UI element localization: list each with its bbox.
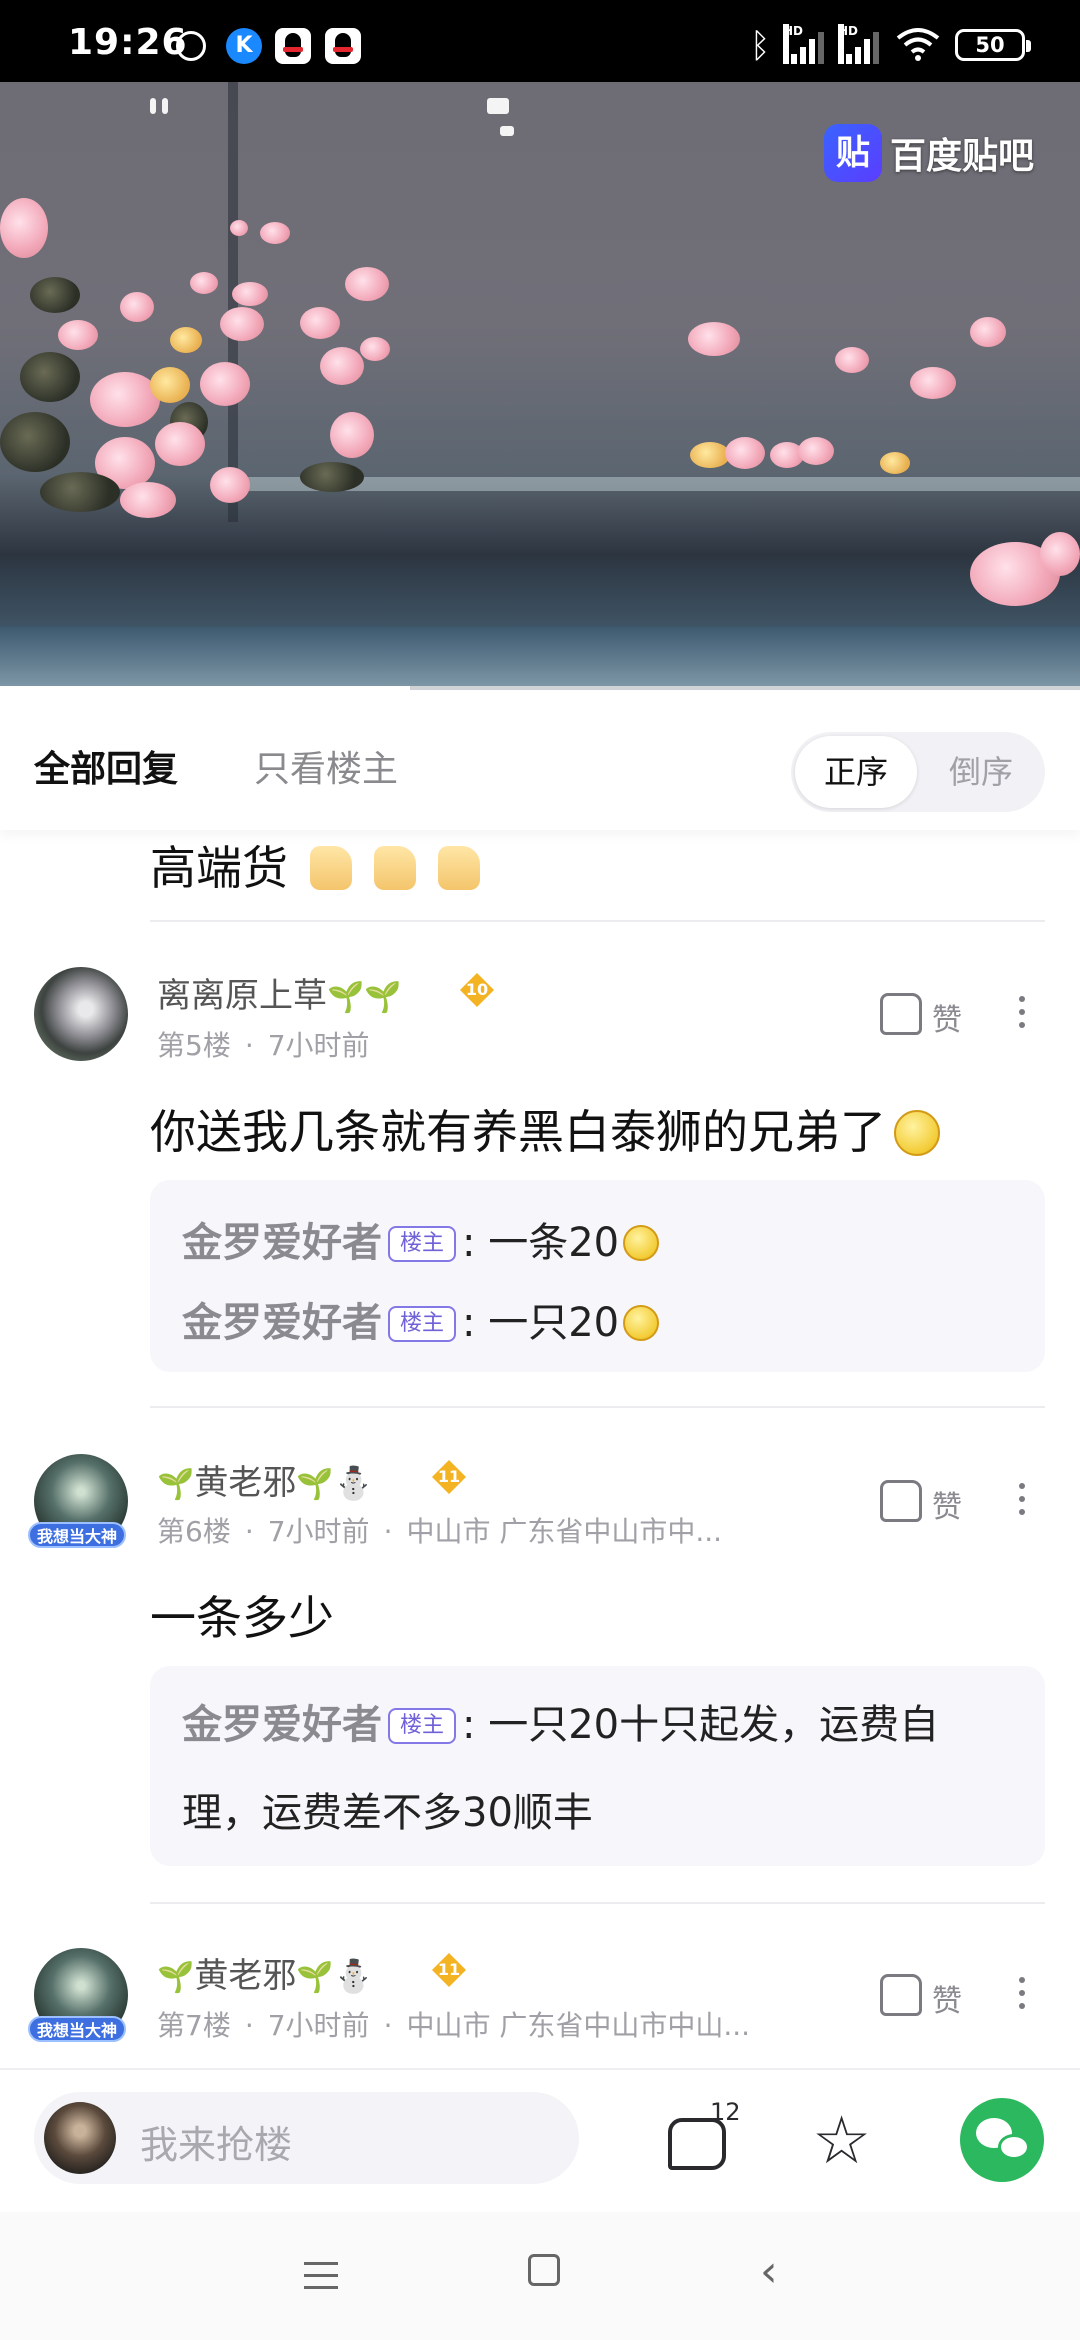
signal-icon: HD (838, 24, 880, 64)
username[interactable]: 🌱黄老邪🌱⛄ (157, 1948, 374, 1997)
avatar-badge: 我想当大神 (28, 1522, 126, 1548)
tieba-watermark: 贴 百度贴吧 (823, 124, 1034, 182)
watermark-text: 百度贴吧 (889, 136, 1034, 177)
avatar[interactable] (34, 967, 128, 1061)
bluetooth-icon: ᛒ (750, 26, 771, 66)
tank-base (0, 627, 1080, 688)
reply-filter-bar: 全部回复 只看楼主 正序 倒序 (0, 690, 1080, 830)
thumbs-up-icon[interactable] (880, 1974, 922, 2016)
comment-count: 12 (710, 2098, 741, 2126)
reply-content: 你送我几条就有养黑白泰狮的兄弟了 (150, 1096, 940, 1162)
sort-descending-button[interactable]: 倒序 (921, 736, 1041, 808)
battery-level: 50 (975, 33, 1005, 57)
video-player[interactable]: 贴 百度贴吧 (0, 82, 1080, 688)
sub-reply: 金罗爱好者 楼主: 一只20十只起发，运费自 (182, 1702, 940, 1748)
like-button[interactable]: 赞 (932, 1482, 962, 1526)
reply-input-bar: 我来抢楼 12 ☆ (0, 2068, 1080, 2212)
reply-meta: 第6楼 · 7小时前 · 中山市 广东省中山市中... (157, 1515, 723, 1548)
wifi-icon (896, 28, 940, 61)
thumbs-up-emoji-icon (374, 846, 416, 890)
level-badge: 10 (460, 973, 494, 1007)
level-badge: 11 (432, 1953, 466, 1987)
system-nav-bar: ‹ (0, 2212, 1080, 2340)
smile-emoji-icon (623, 1305, 660, 1341)
like-button[interactable]: 赞 (932, 995, 962, 1039)
snowman-icon: ⛄ (333, 1957, 374, 1995)
reply-placeholder: 我来抢楼 (140, 2123, 293, 2167)
tab-op-only[interactable]: 只看楼主 (254, 740, 398, 792)
smile-emoji-icon (894, 1110, 940, 1156)
my-avatar (44, 2102, 116, 2174)
sprout-icon: 🌱 (296, 1467, 334, 1502)
sub-reply-continued: 理，运费差不多30顺丰 (182, 1790, 593, 1836)
divider (150, 1902, 1045, 1904)
battery-icon: 50 (955, 29, 1031, 61)
sprout-icon: 🌱 (364, 980, 402, 1015)
like-button[interactable]: 赞 (932, 1976, 962, 2020)
sort-toggle[interactable]: 正序 倒序 (791, 732, 1045, 812)
snowman-icon: ⛄ (333, 1464, 374, 1502)
thumbs-up-emoji-icon (310, 846, 352, 890)
status-time: 19:26 (68, 22, 188, 63)
level-badge: 11 (432, 1460, 466, 1494)
back-icon[interactable]: ‹ (760, 2250, 778, 2294)
username[interactable]: 🌱黄老邪🌱⛄ (157, 1455, 374, 1504)
divider (150, 920, 1045, 922)
alarm-icon (176, 31, 206, 61)
sprout-icon: 🌱 (157, 1467, 195, 1502)
op-tag: 楼主 (388, 1708, 457, 1744)
username[interactable]: 离离原上草🌱🌱 (157, 968, 402, 1017)
tank-floor (240, 477, 1080, 491)
sub-reply-box[interactable]: 金罗爱好者 楼主: 一只20十只起发，运费自 理，运费差不多30顺丰 (150, 1666, 1045, 1866)
smile-emoji-icon (623, 1225, 660, 1261)
sort-ascending-button[interactable]: 正序 (795, 736, 917, 808)
reply-content: 高端货 (150, 832, 480, 898)
sub-reply: 金罗爱好者 楼主: 一条20 (182, 1210, 660, 1268)
star-icon[interactable]: ☆ (812, 2108, 871, 2174)
op-tag: 楼主 (388, 1306, 457, 1342)
qq-icon (275, 28, 311, 64)
tab-all-replies[interactable]: 全部回复 (34, 740, 178, 792)
tieba-logo-icon: 贴 (823, 124, 882, 182)
thumbs-up-emoji-icon (438, 846, 480, 890)
signal-icon: HD (783, 24, 825, 64)
sub-reply-box[interactable]: 金罗爱好者 楼主: 一条20 金罗爱好者 楼主: 一只20 (150, 1180, 1045, 1372)
more-icon[interactable] (1018, 1483, 1026, 1522)
qq-icon (325, 28, 361, 64)
menu-icon[interactable] (304, 2262, 338, 2298)
thumbs-up-icon[interactable] (880, 993, 922, 1035)
reply-meta: 第5楼 · 7小时前 (157, 1029, 370, 1062)
op-tag: 楼主 (388, 1226, 457, 1262)
reply-content: 一条多少 (150, 1591, 334, 1645)
more-icon[interactable] (1018, 1977, 1026, 2016)
sprout-icon: 🌱 (296, 1960, 334, 1995)
thumbs-up-icon[interactable] (880, 1480, 922, 1522)
k-app-icon: K (226, 28, 262, 64)
sub-reply: 金罗爱好者 楼主: 一只20 (182, 1290, 660, 1348)
sprout-icon: 🌱 (327, 980, 365, 1015)
wechat-share-button[interactable] (960, 2098, 1044, 2182)
reply-input[interactable]: 我来抢楼 (34, 2092, 579, 2184)
divider (150, 1406, 1045, 1408)
avatar-badge: 我想当大神 (28, 2016, 126, 2042)
reply-meta: 第7楼 · 7小时前 · 中山市 广东省中山市中山... (157, 2009, 751, 2042)
more-icon[interactable] (1018, 996, 1026, 1035)
status-bar: 19:26 K ᛒ HD HD 50 (0, 0, 1080, 82)
home-icon[interactable] (528, 2254, 560, 2286)
sprout-icon: 🌱 (157, 1960, 195, 1995)
